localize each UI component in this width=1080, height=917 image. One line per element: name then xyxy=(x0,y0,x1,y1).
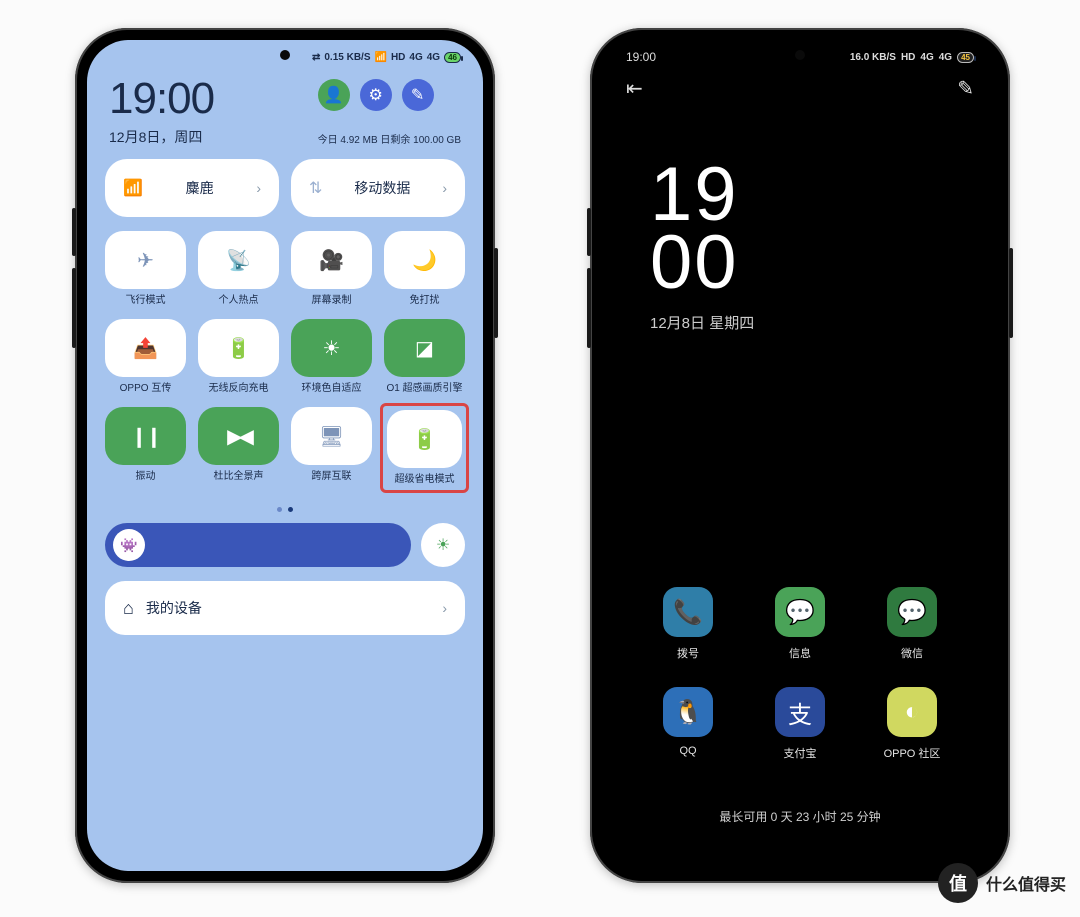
quick-tile-5[interactable] xyxy=(198,319,279,377)
clock-block: 19:00 12月8日，周四 xyxy=(109,77,214,147)
quick-tile-label: O1 超感画质引擎 xyxy=(384,383,465,395)
mobile-data-label: 移动数据 xyxy=(354,178,410,198)
quick-tile-label: 跨屏互联 xyxy=(291,471,372,483)
quick-tile-label: OPPO 互传 xyxy=(105,383,186,395)
quick-tile-1[interactable] xyxy=(198,231,279,289)
quick-tile-11[interactable] xyxy=(387,410,462,468)
quick-tile-4[interactable] xyxy=(105,319,186,377)
wifi-tile[interactable]: 麋鹿 › xyxy=(105,159,279,217)
wifi-icon xyxy=(123,178,143,198)
page-indicator xyxy=(87,489,483,523)
chevron-right-icon: › xyxy=(256,180,261,196)
quick-tile-3[interactable] xyxy=(384,231,465,289)
app-label: 微信 xyxy=(901,645,923,661)
quick-tile-6[interactable] xyxy=(291,319,372,377)
battery-indicator: 46 xyxy=(444,52,461,63)
signal1-icon: 4G xyxy=(920,52,933,63)
app-icon: 💬 xyxy=(775,587,825,637)
saver-clock: 19 00 12月8日 星期四 xyxy=(602,101,998,333)
header-actions xyxy=(318,79,461,111)
phone-frame-left: ⇄ 0.15 KB/S 📶 HD 4G 4G 46 19:00 12月8日，周四… xyxy=(75,28,495,883)
chevron-right-icon: › xyxy=(442,600,447,616)
phone-frame-right: 19:00 16.0 KB/S HD 4G 4G 45 19 00 12月8日 … xyxy=(590,28,1010,883)
exit-button[interactable] xyxy=(626,76,643,101)
mobile-data-icon xyxy=(309,178,322,198)
saver-minute: 00 xyxy=(650,229,998,297)
quick-tile-label: 屏幕录制 xyxy=(291,295,372,307)
my-device-bar[interactable]: 我的设备 › xyxy=(105,581,465,635)
wifi-label: 麋鹿 xyxy=(186,178,214,198)
app-icon: ◐ xyxy=(887,687,937,737)
app-label: 信息 xyxy=(789,645,811,661)
remaining-time-text: 最长可用 0 天 23 小时 25 分钟 xyxy=(602,808,998,825)
settings-button[interactable] xyxy=(360,79,392,111)
quick-tile-10[interactable] xyxy=(291,407,372,465)
app-icon: 💬 xyxy=(887,587,937,637)
app-3[interactable]: 🐧 QQ xyxy=(632,687,744,761)
hd-icon: HD xyxy=(391,52,405,63)
quick-tile-label: 个人热点 xyxy=(198,295,279,307)
app-icon: 📞 xyxy=(663,587,713,637)
network-speed: 0.15 KB/S xyxy=(324,52,370,63)
compose-button[interactable] xyxy=(957,76,974,101)
bluetooth-icon: ⇄ xyxy=(312,52,320,63)
brightness-thumb[interactable]: 👾 xyxy=(113,529,145,561)
front-camera xyxy=(280,50,290,60)
quick-tile-label: 杜比全景声 xyxy=(198,471,279,483)
signal2-icon: 4G xyxy=(427,52,440,63)
app-label: 支付宝 xyxy=(784,745,817,761)
front-camera xyxy=(795,50,805,60)
app-5[interactable]: ◐ OPPO 社区 xyxy=(856,687,968,761)
app-label: 拨号 xyxy=(677,645,699,661)
power-saver-screen: 19:00 16.0 KB/S HD 4G 4G 45 19 00 12月8日 … xyxy=(602,40,998,871)
status-time: 19:00 xyxy=(626,50,656,64)
network-speed: 16.0 KB/S xyxy=(850,52,896,63)
quick-tile-9[interactable] xyxy=(198,407,279,465)
hd-icon: HD xyxy=(901,52,915,63)
quick-tile-label: 振动 xyxy=(105,471,186,483)
quick-tile-label: 环境色自适应 xyxy=(291,383,372,395)
profile-button[interactable] xyxy=(318,79,350,111)
quick-tile-2[interactable] xyxy=(291,231,372,289)
mobile-data-tile[interactable]: 移动数据 › xyxy=(291,159,465,217)
quick-tile-label: 超级省电模式 xyxy=(387,474,462,486)
quick-tile-8[interactable] xyxy=(105,407,186,465)
quick-tile-0[interactable] xyxy=(105,231,186,289)
edit-button[interactable] xyxy=(402,79,434,111)
data-usage-text: 今日 4.92 MB 日剩余 100.00 GB xyxy=(318,131,461,146)
signal1-icon: 4G xyxy=(409,52,422,63)
time-text: 19:00 xyxy=(109,77,214,121)
auto-brightness-button[interactable]: ☀ xyxy=(421,523,465,567)
quick-tile-label: 飞行模式 xyxy=(105,295,186,307)
app-icon: 支 xyxy=(775,687,825,737)
saver-hour: 19 xyxy=(650,161,998,229)
app-2[interactable]: 💬 微信 xyxy=(856,587,968,661)
quick-tile-7[interactable] xyxy=(384,319,465,377)
control-center-screen: ⇄ 0.15 KB/S 📶 HD 4G 4G 46 19:00 12月8日，周四… xyxy=(87,40,483,871)
quick-tiles-grid: 飞行模式个人热点屏幕录制免打扰 OPPO 互传无线反向充电环境色自适应 O1 超感画… xyxy=(87,217,483,489)
battery-indicator: 45 xyxy=(957,52,974,63)
watermark: 值 什么值得买 xyxy=(938,863,1066,903)
watermark-badge: 值 xyxy=(938,863,978,903)
app-grid: 📞 拨号 💬 信息 💬 微信 🐧 QQ 支支付宝 ◐ OPPO 社区 xyxy=(632,587,968,761)
wifi-icon: 📶 xyxy=(375,52,387,63)
app-label: QQ xyxy=(679,745,696,757)
watermark-text: 什么值得买 xyxy=(986,871,1066,895)
app-0[interactable]: 📞 拨号 xyxy=(632,587,744,661)
app-icon: 🐧 xyxy=(663,687,713,737)
chevron-right-icon: › xyxy=(442,180,447,196)
app-1[interactable]: 💬 信息 xyxy=(744,587,856,661)
app-label: OPPO 社区 xyxy=(884,745,941,761)
date-text: 12月8日，周四 xyxy=(109,127,214,147)
my-device-label: 我的设备 xyxy=(146,598,202,618)
home-icon xyxy=(123,598,134,619)
quick-tile-label: 免打扰 xyxy=(384,295,465,307)
app-4[interactable]: 支支付宝 xyxy=(744,687,856,761)
quick-tile-label: 无线反向充电 xyxy=(198,383,279,395)
brightness-slider[interactable]: 👾 xyxy=(105,523,411,567)
signal2-icon: 4G xyxy=(939,52,952,63)
